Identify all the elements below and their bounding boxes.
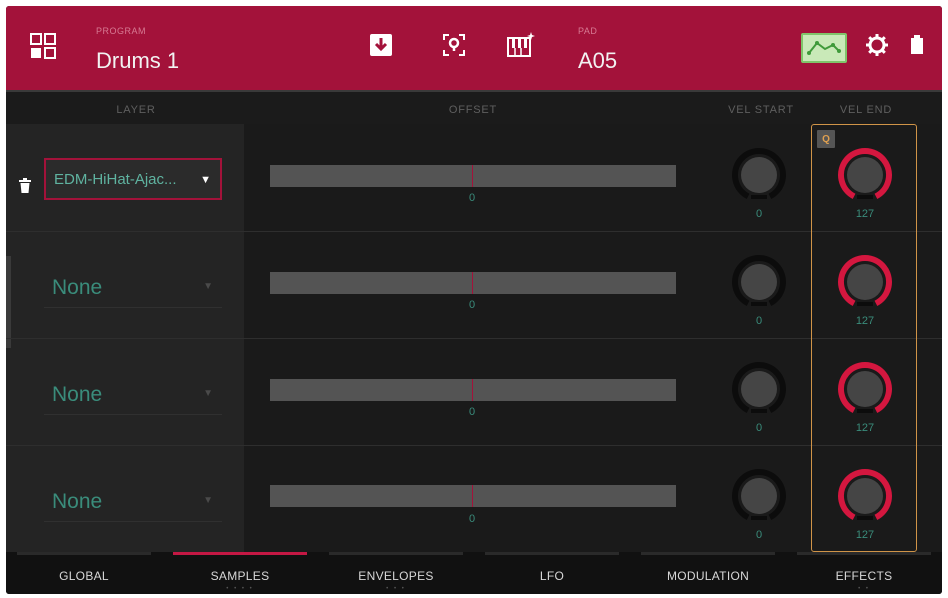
pad-name[interactable]: A05 — [578, 48, 617, 74]
layer-1-vel-end-knob-value: 127 — [855, 208, 875, 220]
center-tick — [472, 379, 473, 401]
target-icon[interactable] — [439, 30, 469, 60]
layer-4-vel-end-knob-base — [857, 516, 873, 520]
tab-page-dots: • • — [858, 586, 870, 592]
vel-start-column-header: VEL START — [728, 104, 794, 116]
layer-4-offset-value: 0 — [468, 513, 476, 525]
keyboard-icon[interactable] — [506, 30, 536, 60]
tab-indicator — [329, 552, 463, 555]
layer-2-vel-start-knob[interactable] — [727, 250, 791, 314]
layer-4-vel-start-knob-body — [741, 478, 777, 514]
layer-2-vel-start-knob-base — [751, 302, 767, 306]
caret-down-icon: ▼ — [200, 174, 211, 186]
layer-3-offset-slider[interactable] — [270, 379, 676, 401]
layer-3-vel-end-knob[interactable] — [833, 357, 897, 421]
column-headers: LAYER OFFSET VEL START VEL END — [6, 90, 942, 124]
layer-1-vel-end-knob[interactable] — [833, 143, 897, 207]
layer-3-vel-start-knob-body — [741, 371, 777, 407]
tab-indicator — [173, 552, 307, 555]
tab-indicator — [485, 552, 619, 555]
layer-1-vel-start-knob-body — [741, 157, 777, 193]
program-label: PROGRAM — [96, 26, 147, 36]
tab-global[interactable]: GLOBAL — [6, 569, 162, 583]
layer-2-offset-value: 0 — [468, 299, 476, 311]
layer-1-sample-name: EDM-HiHat-Ajac... — [54, 170, 177, 188]
layer-4-vel-end-knob-body — [847, 478, 883, 514]
layer-2-vel-end-knob-body — [847, 264, 883, 300]
center-tick — [472, 272, 473, 294]
layer-2-vel-end-knob-base — [857, 302, 873, 306]
layer-2-vel-end-knob-value: 127 — [855, 315, 875, 327]
vel-end-column-header: VEL END — [839, 104, 893, 116]
app-window: PROGRAM Drums 1 PAD A05 LAYER OFFSET VEL… — [6, 6, 942, 594]
layer-4-vel-end-knob-value: 127 — [855, 529, 875, 541]
layer-2-vel-start-knob-value: 0 — [755, 315, 763, 327]
layer-1-vel-start-knob[interactable] — [727, 143, 791, 207]
layer-3-vel-start-knob-base — [751, 409, 767, 413]
program-name[interactable]: Drums 1 — [96, 48, 179, 74]
layer-4-vel-end-knob[interactable] — [833, 464, 897, 528]
gear-icon[interactable] — [862, 30, 892, 60]
layer-3-offset-value: 0 — [468, 406, 476, 418]
layer-3-vel-end-knob-base — [857, 409, 873, 413]
grid-icon[interactable] — [30, 33, 56, 59]
layer-1-vel-end-knob-body — [847, 157, 883, 193]
layer-2-sample-dropdown[interactable]: None ▼ — [44, 268, 222, 308]
center-tick — [472, 165, 473, 187]
layer-3-vel-end-knob-body — [847, 371, 883, 407]
caret-down-icon: ▼ — [203, 388, 213, 399]
layer-3-sample-name: None — [52, 382, 103, 406]
layer-3-vel-start-knob[interactable] — [727, 357, 791, 421]
waveform-button[interactable] — [801, 33, 847, 63]
row-divider — [6, 231, 942, 232]
tab-effects[interactable]: EFFECTS — [786, 569, 942, 583]
caret-down-icon: ▼ — [203, 281, 213, 292]
download-icon[interactable] — [366, 30, 396, 60]
layer-2-offset-slider[interactable] — [270, 272, 676, 294]
layer-3-vel-end-knob-value: 127 — [855, 422, 875, 434]
pad-label: PAD — [578, 26, 598, 36]
tab-indicator — [797, 552, 931, 555]
layer-1-vel-end-knob-base — [857, 195, 873, 199]
offset-column-header: OFFSET — [448, 104, 498, 116]
tab-indicator — [641, 552, 775, 555]
layer-2-vel-end-knob[interactable] — [833, 250, 897, 314]
header-bar: PROGRAM Drums 1 PAD A05 — [6, 6, 942, 90]
battery-icon — [902, 30, 932, 60]
caret-down-icon: ▼ — [203, 495, 213, 506]
layer-3-vel-start-knob-value: 0 — [755, 422, 763, 434]
layer-2-vel-start-knob-body — [741, 264, 777, 300]
tab-samples[interactable]: SAMPLES — [162, 569, 318, 583]
layer-column-header: LAYER — [116, 104, 156, 116]
layer-4-vel-start-knob-value: 0 — [755, 529, 763, 541]
layer-4-vel-start-knob-base — [751, 516, 767, 520]
layer-1-sample-dropdown[interactable]: EDM-HiHat-Ajac... ▼ — [44, 158, 222, 200]
trash-icon[interactable] — [19, 178, 31, 194]
tab-indicator — [17, 552, 151, 555]
waveform-icon — [807, 41, 841, 55]
bottom-tab-bar: GLOBAL SAMPLES • • • • ENVELOPES • • • LFO MOD… — [6, 552, 942, 594]
tab-lfo[interactable]: LFO — [474, 569, 630, 583]
layer-4-sample-name: None — [52, 489, 103, 513]
layer-1-offset-value: 0 — [468, 192, 476, 204]
layer-1-offset-slider[interactable] — [270, 165, 676, 187]
tab-modulation[interactable]: MODULATION — [630, 569, 786, 583]
scroll-indicator — [6, 256, 11, 348]
center-tick — [472, 485, 473, 507]
tab-page-dots: • • • — [386, 586, 406, 592]
layer-4-sample-dropdown[interactable]: None ▼ — [44, 482, 222, 522]
tab-envelopes[interactable]: ENVELOPES — [318, 569, 474, 583]
layer-4-offset-slider[interactable] — [270, 485, 676, 507]
layer-4-vel-start-knob[interactable] — [727, 464, 791, 528]
row-divider — [6, 338, 942, 339]
layer-2-sample-name: None — [52, 275, 103, 299]
layer-1-vel-start-knob-base — [751, 195, 767, 199]
layer-3-sample-dropdown[interactable]: None ▼ — [44, 375, 222, 415]
layer-1-vel-start-knob-value: 0 — [755, 208, 763, 220]
row-divider — [6, 445, 942, 446]
tab-page-dots: • • • • — [226, 586, 254, 592]
